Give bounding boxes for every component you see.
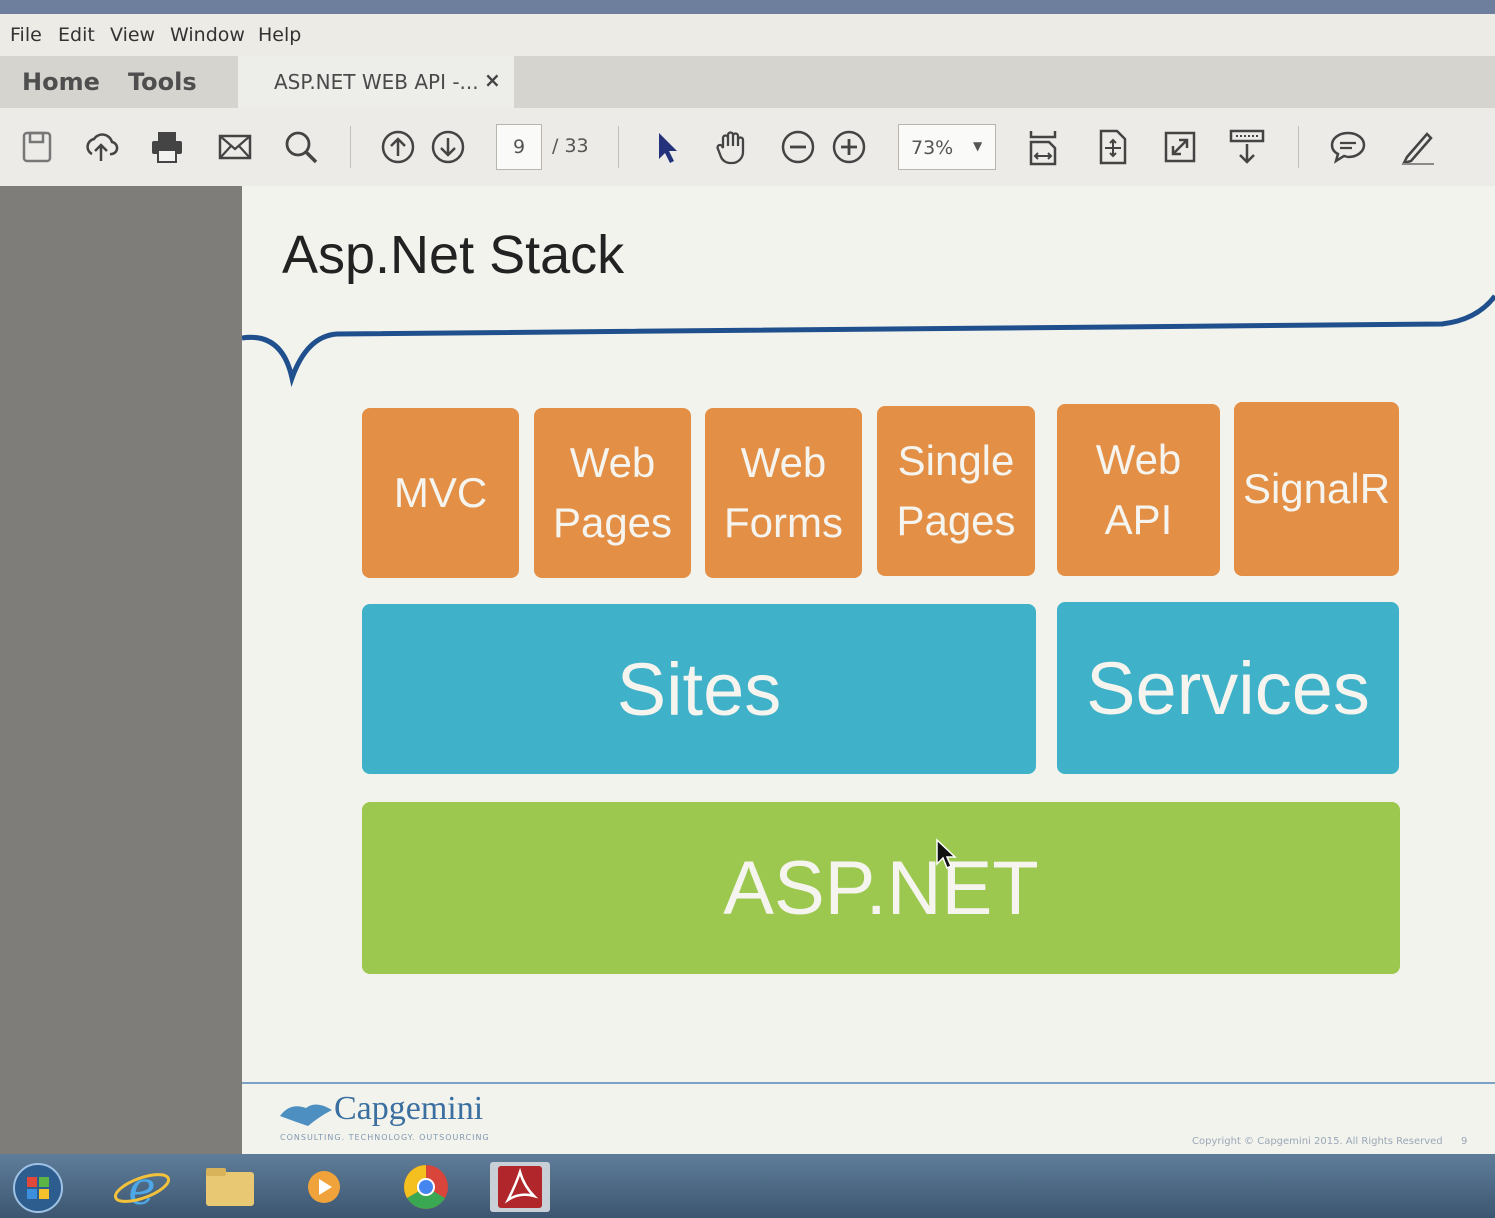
zoom-in-icon[interactable] — [830, 128, 868, 166]
menu-bar: File Edit View Window Help — [0, 14, 1495, 57]
chrome-icon[interactable] — [392, 1160, 460, 1214]
fit-page-icon[interactable] — [1094, 128, 1132, 166]
framework-box-web-api: Web API — [1057, 404, 1220, 576]
read-mode-icon[interactable] — [1228, 128, 1266, 166]
zoom-value: 73% — [911, 137, 954, 159]
framework-box-web-pages: Web Pages — [534, 408, 691, 578]
framework-box-web-forms: Web Forms — [705, 408, 862, 578]
fit-width-icon[interactable] — [1024, 128, 1062, 166]
mouse-cursor-icon — [936, 838, 957, 870]
search-icon[interactable] — [282, 128, 320, 166]
menu-window[interactable]: Window — [170, 24, 245, 46]
asp-net-platform-box: ASP.NET — [362, 802, 1400, 974]
framework-box-single-pages: Single Pages — [877, 406, 1035, 576]
footer-divider — [242, 1082, 1495, 1084]
page-total-label: / 33 — [552, 135, 589, 157]
tab-tools[interactable]: Tools — [128, 68, 197, 96]
start-orb-icon[interactable] — [8, 1160, 68, 1214]
upload-icon[interactable] — [82, 128, 120, 166]
hand-icon[interactable] — [714, 128, 752, 166]
document-tab-title: ASP.NET WEB API -... — [274, 70, 479, 94]
capgemini-logo: Capgemini — [334, 1090, 484, 1127]
toolbar-separator — [350, 126, 351, 168]
file-explorer-icon[interactable] — [196, 1160, 264, 1214]
framework-box-signalr: SignalR — [1234, 402, 1399, 576]
copyright-notice: Copyright © Capgemini 2015. All Rights R… — [1192, 1136, 1443, 1147]
menu-edit[interactable]: Edit — [58, 24, 95, 46]
capgemini-tagline: CONSULTING. TECHNOLOGY. OUTSOURCING — [280, 1133, 490, 1142]
save-icon[interactable] — [18, 128, 56, 166]
svg-text:e: e — [128, 1161, 155, 1214]
chevron-down-icon: ▼ — [973, 139, 983, 153]
next-page-icon[interactable] — [429, 128, 467, 166]
full-screen-icon[interactable] — [1161, 128, 1199, 166]
menu-view[interactable]: View — [110, 24, 155, 46]
navigation-pane — [0, 186, 242, 1154]
zoom-out-icon[interactable] — [779, 128, 817, 166]
zoom-select[interactable]: 73% ▼ — [898, 124, 996, 170]
slide-title: Asp.Net Stack — [282, 225, 625, 285]
services-box: Services — [1057, 602, 1399, 774]
toolbar-separator — [1298, 126, 1299, 168]
email-icon[interactable] — [216, 128, 254, 166]
framework-box-mvc: MVC — [362, 408, 519, 578]
sites-box: Sites — [362, 604, 1036, 774]
toolbar: 9 / 33 73% ▼ — [0, 108, 1495, 187]
tab-home[interactable]: Home — [22, 68, 100, 96]
acrobat-icon[interactable] — [486, 1160, 554, 1214]
window-title-bar — [0, 0, 1495, 14]
toolbar-separator — [618, 126, 619, 168]
select-arrow-icon[interactable] — [648, 128, 686, 166]
windows-taskbar: e — [0, 1154, 1495, 1218]
close-tab-icon[interactable]: × — [484, 68, 501, 92]
pen-icon[interactable] — [1398, 128, 1436, 166]
tab-document[interactable]: ASP.NET WEB API -... × — [238, 56, 514, 108]
menu-help[interactable]: Help — [258, 24, 301, 46]
pdf-page: Asp.Net Stack MVC Web Pages Web Forms Si… — [242, 186, 1495, 1154]
comment-icon[interactable] — [1329, 128, 1367, 166]
print-icon[interactable] — [148, 128, 186, 166]
previous-page-icon[interactable] — [379, 128, 417, 166]
media-player-icon[interactable] — [290, 1160, 358, 1214]
title-divider-swoosh — [242, 294, 1495, 388]
menu-file[interactable]: File — [10, 24, 42, 46]
capgemini-logo-icon — [280, 1104, 332, 1126]
internet-explorer-icon[interactable]: e — [108, 1160, 176, 1214]
page-number-input[interactable]: 9 — [496, 124, 542, 170]
slide-page-number: 9 — [1461, 1136, 1468, 1147]
tab-bar: Home Tools — [0, 56, 1495, 108]
